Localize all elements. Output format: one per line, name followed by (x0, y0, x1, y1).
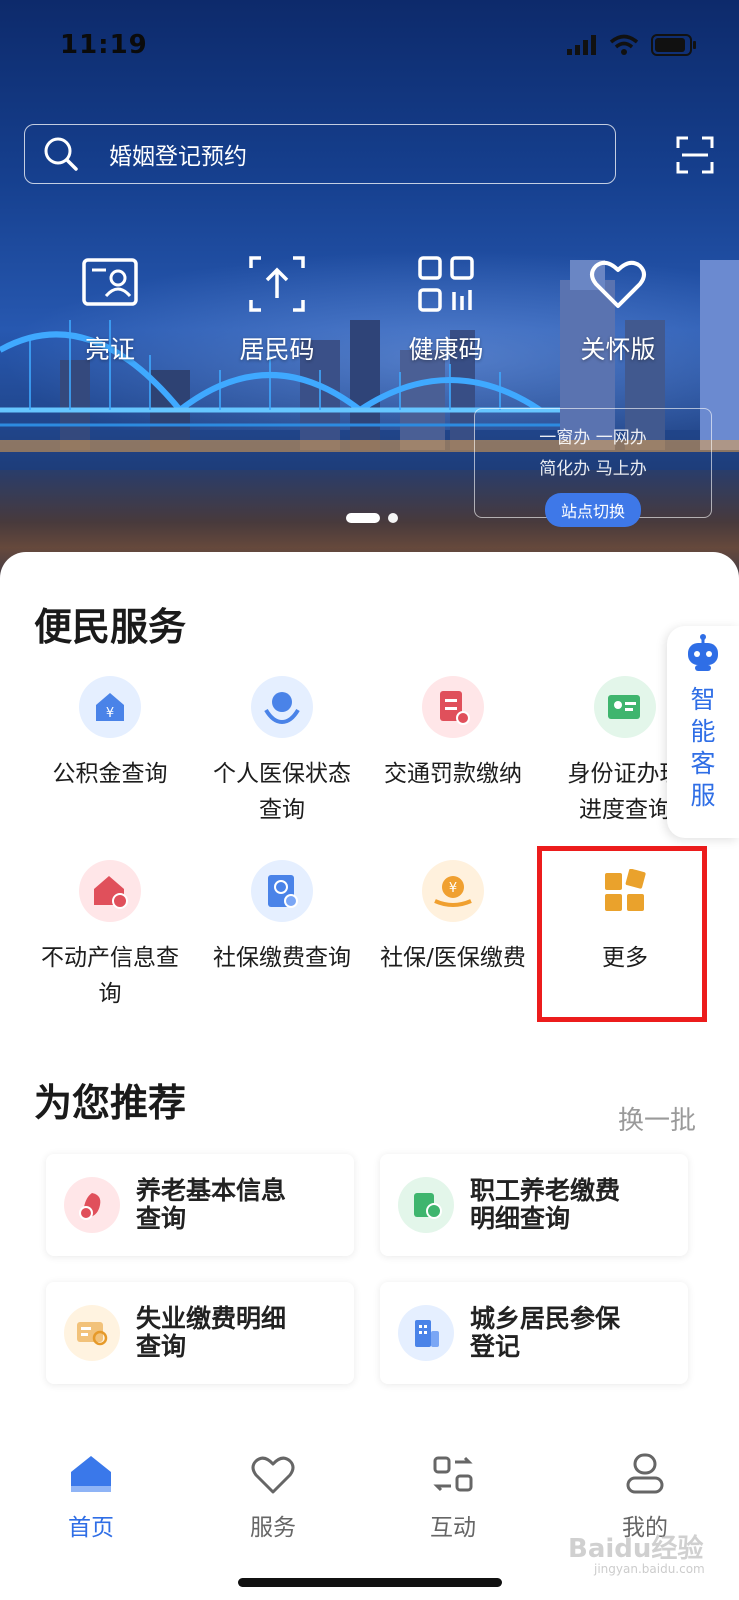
signal-icon (567, 35, 596, 55)
robot-icon (688, 634, 718, 671)
tab-label: 首页 (68, 1515, 114, 1541)
home-icon (71, 1456, 111, 1492)
recommend-icon-bg (64, 1305, 120, 1361)
search-input[interactable]: 婚姻登记预约 (24, 124, 616, 184)
tab-interact[interactable]: 互动 (393, 1452, 513, 1542)
pension-payment-icon (414, 1193, 442, 1219)
payment-icon: ¥ (434, 876, 472, 907)
recommend-icon-bg (398, 1305, 454, 1361)
watermark-url: jingyan.baidu.com (594, 1562, 705, 1576)
service-icon-bg (251, 676, 313, 738)
carousel-indicator (346, 513, 398, 523)
qr-upload-icon (249, 256, 305, 312)
scan-icon[interactable] (676, 136, 714, 174)
switch-batch-button[interactable]: 换一批 (618, 1100, 696, 1137)
quick-action-label: 居民码 (239, 335, 315, 364)
status-time: 11:19 (60, 30, 148, 60)
recommend-label: 城乡居民参保登记 (470, 1304, 621, 1361)
banner-slogan-2: 简化办 马上办 (539, 459, 647, 479)
station-card: 一窗办 一网办 简化办 马上办 站点切换 (474, 408, 712, 527)
smart-customer-service-button[interactable]: 智能客服 (667, 626, 739, 838)
recommend-icon-bg (398, 1177, 454, 1233)
service-icon-bg (251, 860, 313, 922)
quick-action-label: 亮证 (84, 335, 135, 364)
quick-action-show-id[interactable]: 亮证 (50, 254, 170, 366)
quick-action-care-mode[interactable]: 关怀版 (558, 254, 678, 366)
search-placeholder: 婚姻登记预约 (109, 144, 247, 170)
service-insurance-payment[interactable]: ¥ 社保/医保缴费 (368, 860, 538, 976)
highlight-box (537, 846, 707, 1022)
recommend-card-pension-payment[interactable]: 职工养老缴费明细查询 (380, 1154, 688, 1256)
service-medical-status[interactable]: 个人医保状态查询 (197, 676, 367, 828)
medical-insurance-icon (264, 692, 300, 725)
real-estate-icon (94, 876, 128, 909)
resident-insurance-icon (415, 1320, 439, 1347)
service-label: 个人医保状态查询 (213, 761, 351, 823)
service-label: 交通罚款缴纳 (384, 761, 522, 787)
svg-text:¥: ¥ (449, 881, 457, 896)
carousel-dot (388, 513, 398, 523)
pension-info-icon (79, 1193, 101, 1220)
banner-slogan-1: 一窗办 一网办 (539, 428, 647, 448)
heart-icon (590, 260, 646, 308)
id-progress-icon (608, 695, 640, 719)
tab-services[interactable]: 服务 (213, 1452, 333, 1542)
recommend-card-resident-insurance[interactable]: 城乡居民参保登记 (380, 1282, 688, 1384)
status-bar: 11:19 (0, 0, 739, 90)
quick-action-label: 关怀版 (580, 335, 656, 364)
service-label: 不动产信息查询 (41, 945, 179, 1007)
health-code-icon (418, 256, 474, 312)
quick-action-label: 健康码 (408, 335, 484, 364)
service-icon-bg: ¥ (422, 860, 484, 922)
tab-label: 互动 (430, 1515, 476, 1541)
service-icon-bg (594, 676, 656, 738)
service-traffic-fine[interactable]: 交通罚款缴纳 (368, 676, 538, 792)
service-real-estate[interactable]: 不动产信息查询 (25, 860, 195, 1012)
heart-outline-icon (251, 1456, 295, 1494)
home-indicator[interactable] (238, 1578, 502, 1587)
recommend-card-unemployment[interactable]: 失业缴费明细查询 (46, 1282, 354, 1384)
tab-home[interactable]: 首页 (31, 1452, 151, 1542)
svg-text:¥: ¥ (106, 706, 114, 721)
recommend-label: 职工养老缴费明细查询 (470, 1176, 621, 1233)
convenience-title: 便民服务 (34, 605, 187, 649)
status-icons (567, 34, 697, 56)
recommend-icon-bg (64, 1177, 120, 1233)
recommend-label: 失业缴费明细查询 (136, 1304, 287, 1361)
traffic-fine-icon (440, 691, 470, 725)
service-social-security[interactable]: 社保缴费查询 (197, 860, 367, 976)
interact-icon (433, 1456, 473, 1492)
station-switch-button[interactable]: 站点切换 (544, 493, 641, 527)
recommend-label: 养老基本信息查询 (136, 1176, 287, 1233)
service-label: 社保/医保缴费 (380, 945, 526, 971)
hero-banner: 11:19 婚姻登记预约 亮证 居民码 健康码 关怀版 一窗办 一网办 简化办 … (0, 0, 739, 600)
watermark-logo: Baidu经验 (568, 1534, 704, 1564)
customer-service-label: 智能客服 (690, 685, 716, 810)
recommend-card-pension-info[interactable]: 养老基本信息查询 (46, 1154, 354, 1256)
tab-label: 服务 (250, 1515, 296, 1541)
user-icon (626, 1453, 664, 1494)
quick-action-resident-code[interactable]: 居民码 (217, 254, 337, 366)
service-icon-bg (79, 860, 141, 922)
id-card-icon (82, 258, 138, 306)
social-security-icon (268, 875, 298, 908)
wifi-icon (609, 34, 639, 55)
quick-action-health-code[interactable]: 健康码 (386, 254, 506, 366)
service-label: 社保缴费查询 (213, 945, 351, 971)
search-icon (44, 137, 78, 171)
housing-fund-icon: ¥ (96, 693, 124, 721)
service-icon-bg: ¥ (79, 676, 141, 738)
recommend-title: 为您推荐 (34, 1081, 187, 1125)
service-housing-fund[interactable]: ¥ 公积金查询 (25, 676, 195, 792)
battery-icon (651, 34, 696, 56)
unemployment-icon (77, 1322, 108, 1346)
carousel-dot-active (346, 513, 380, 523)
service-icon-bg (422, 676, 484, 738)
service-label: 公积金查询 (52, 761, 168, 787)
